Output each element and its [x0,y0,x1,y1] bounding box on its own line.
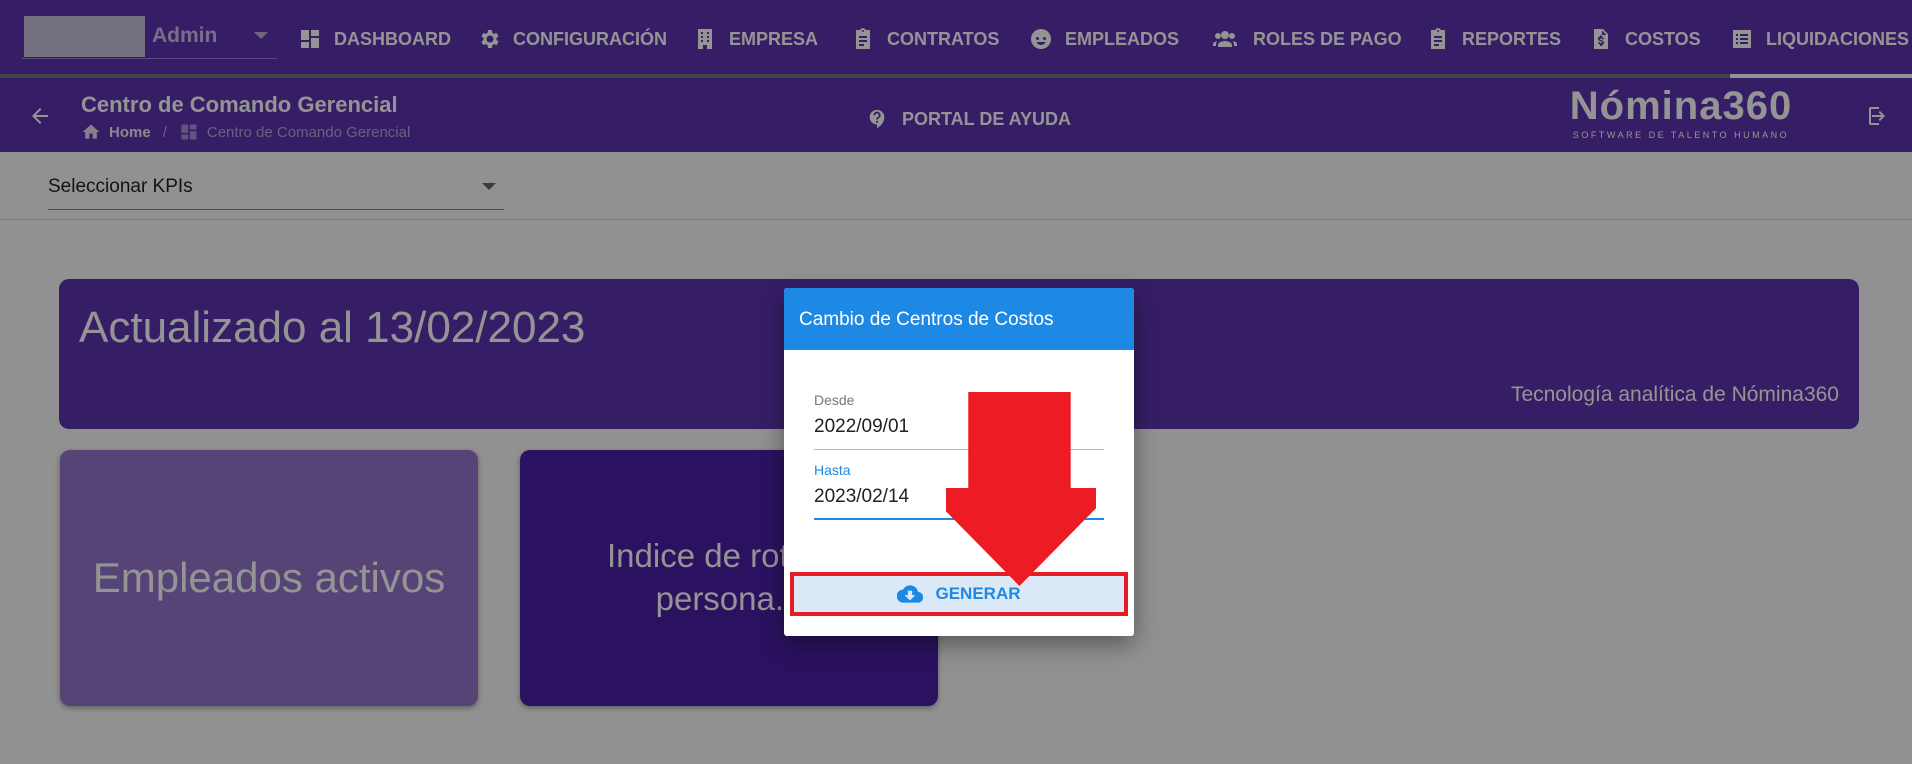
desde-value: 2022/09/01 [814,416,910,437]
desde-label: Desde [814,392,855,408]
dialog-title: Cambio de Centros de Costos [799,309,1054,330]
annotation-arrow-icon [946,392,1096,586]
hasta-label: Hasta [814,462,851,478]
dialog-header: Cambio de Centros de Costos [784,288,1134,350]
hasta-value: 2023/02/14 [814,486,910,507]
cloud-download-icon [897,585,924,603]
generate-label: GENERAR [935,584,1021,603]
